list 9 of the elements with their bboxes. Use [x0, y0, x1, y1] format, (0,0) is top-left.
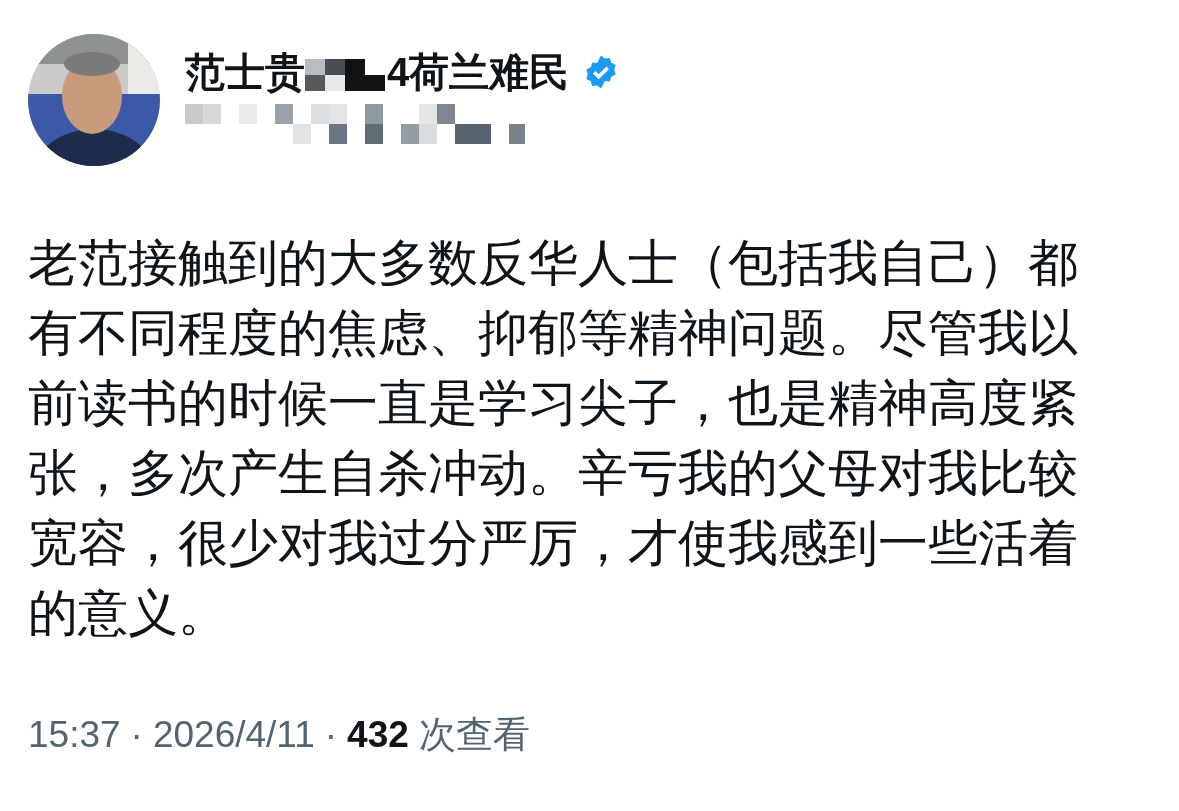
- author-name[interactable]: 4荷兰难民: [387, 46, 570, 98]
- separator-dot: ·: [130, 714, 143, 756]
- view-count: 432: [347, 714, 409, 756]
- separator-dot: ·: [324, 714, 338, 756]
- post-time: 15:37: [28, 714, 121, 756]
- post-date: 2026/4/11: [152, 714, 315, 756]
- post-text: 老范接触到的大多数反华人士（包括我自己）都有不同程度的焦虑、抑郁等精神问题。尽管我以前读书的时候一直是学习尖子，也是精神高度紧张，多次产生自杀冲动。辛亏我的父母对我比较宽容，很少对我过分严厉，才使我感到一些活着的意义。: [28, 234, 1079, 643]
- author-name[interactable]: 范士贵: [185, 46, 305, 98]
- views-label: 次查看: [418, 713, 530, 757]
